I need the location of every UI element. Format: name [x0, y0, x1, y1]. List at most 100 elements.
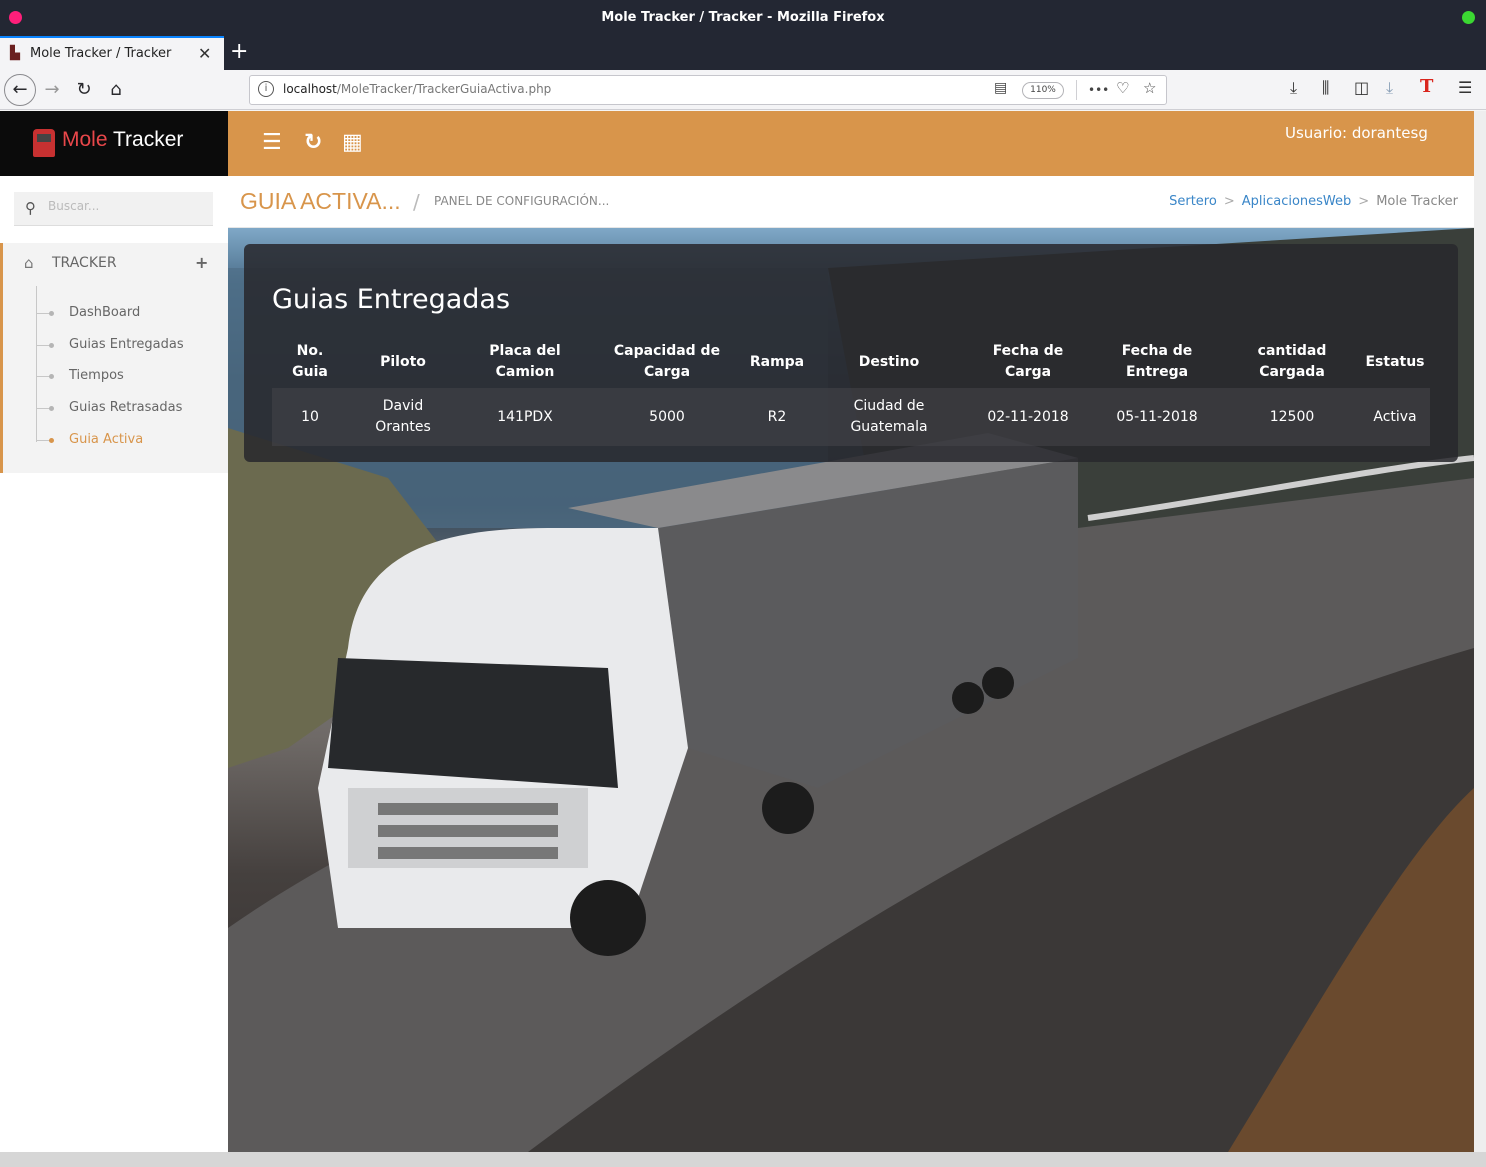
header-line: Fecha de: [992, 343, 1064, 359]
brand-name-tracker: Tracker: [107, 128, 184, 151]
guias-table: No. Guia Piloto Placa del Camion Capacidad…: [272, 336, 1430, 446]
table-cell: David Orantes: [348, 388, 458, 446]
sidebar-item-guias-retrasadas[interactable]: Guias Retrasadas: [35, 397, 225, 421]
table-row[interactable]: 10 David Orantes 141PDX 5000 R2 Ciudad de…: [272, 388, 1430, 446]
cell-text: 02-11-2018: [987, 408, 1069, 425]
sidebar-item-dashboard[interactable]: DashBoard: [35, 302, 225, 326]
column-header: cantidad Cargada: [1224, 336, 1360, 388]
forward-icon[interactable]: →: [38, 76, 66, 104]
header-line: Guia: [292, 364, 328, 380]
header-line: Destino: [858, 353, 920, 370]
header-line: Carga: [1004, 364, 1052, 380]
column-header: Fecha de Carga: [966, 336, 1090, 388]
site-info-icon[interactable]: i: [258, 81, 274, 97]
downloads-icon[interactable]: ⤓: [1290, 78, 1297, 98]
bullet-icon: [49, 438, 54, 443]
maximize-window-button[interactable]: [1462, 11, 1475, 24]
cell-text: 10: [301, 408, 319, 425]
window-title: Mole Tracker / Tracker - Mozilla Firefox: [601, 10, 885, 25]
url-separator: [1076, 80, 1077, 100]
refresh-icon[interactable]: ↻: [304, 130, 322, 155]
breadcrumb-link-sertero[interactable]: Sertero: [1169, 194, 1217, 209]
page-actions-icon[interactable]: •••: [1088, 83, 1109, 97]
navigation-toolbar: ← → ↻ ⌂ i localhost/MoleTracker/TrackerG…: [0, 70, 1486, 110]
reader-view-icon[interactable]: ▤: [994, 80, 1007, 96]
tab-bar: ▙ Mole Tracker / Tracker ✕ +: [0, 36, 1486, 70]
table-cell: 02-11-2018: [966, 388, 1090, 446]
brand-logo[interactable]: Mole Tracker: [0, 111, 228, 176]
header-line: Entrega: [1125, 364, 1189, 380]
sidebar: ⚲ ⌂ TRACKER + DashBoard Guias Entregadas…: [0, 176, 228, 1152]
bookmark-star-icon[interactable]: ☆: [1143, 79, 1156, 97]
open-menu-icon[interactable]: ☰: [1458, 78, 1472, 97]
home-icon[interactable]: ⌂: [102, 76, 130, 104]
back-icon[interactable]: ←: [4, 74, 36, 106]
bullet-icon: [49, 343, 54, 348]
user-label[interactable]: Usuario: dorantesg: [1285, 124, 1428, 142]
breadcrumb-separator: >: [1358, 194, 1370, 209]
sidebar-item-tiempos[interactable]: Tiempos: [35, 365, 225, 389]
brand-name: Mole Tracker: [62, 128, 183, 152]
cell-text: 12500: [1269, 408, 1315, 425]
cell-text: Ciudad de: [853, 398, 925, 414]
tab-mole-tracker[interactable]: ▙ Mole Tracker / Tracker ✕: [0, 36, 224, 70]
url-bar[interactable]: i localhost/MoleTracker/TrackerGuiaActiv…: [249, 75, 1167, 105]
extension-t-icon[interactable]: T: [1420, 76, 1433, 97]
column-header: Capacidad de Carga: [592, 336, 742, 388]
breadcrumb-link-aplicacionesweb[interactable]: AplicacionesWeb: [1242, 194, 1352, 209]
table-cell: Activa: [1360, 388, 1430, 446]
grid-icon[interactable]: ▦: [342, 130, 363, 155]
page-subtitle: PANEL DE CONFIGURACIÓN...: [434, 194, 610, 208]
window-titlebar: Mole Tracker / Tracker - Mozilla Firefox: [0, 0, 1486, 36]
expand-plus-icon[interactable]: +: [195, 253, 208, 272]
column-header: Fecha de Entrega: [1090, 336, 1224, 388]
url-path: /MoleTracker/TrackerGuiaActiva.php: [336, 82, 552, 96]
reload-icon[interactable]: ↻: [70, 76, 98, 104]
pocket-icon[interactable]: ♡: [1116, 79, 1129, 97]
search-box: ⚲: [14, 192, 213, 226]
app-header: ☰ ↻ ▦ Usuario: dorantesg: [228, 111, 1474, 176]
cell-text: Activa: [1373, 408, 1417, 425]
download-status-icon[interactable]: ⤓: [1386, 78, 1393, 98]
new-tab-button[interactable]: +: [230, 39, 248, 64]
cell-text: R2: [767, 408, 787, 425]
guias-panel: Guias Entregadas No. Guia Piloto Placa de…: [244, 244, 1458, 462]
table-cell: 10: [272, 388, 348, 446]
sidebar-item-guias-entregadas[interactable]: Guias Entregadas: [35, 334, 225, 358]
sidebar-item-label: Guias Retrasadas: [69, 400, 183, 415]
cell-text: 05-11-2018: [1116, 408, 1198, 425]
tree-tick: [36, 376, 50, 377]
close-tab-icon[interactable]: ✕: [198, 44, 211, 63]
breadcrumb-current: Mole Tracker: [1376, 194, 1458, 209]
table-cell: Ciudad de Guatemala: [812, 388, 966, 446]
zoom-level-badge[interactable]: 110%: [1022, 82, 1064, 99]
sidebar-item-guia-activa[interactable]: Guia Activa: [35, 429, 225, 453]
header-line: cantidad: [1257, 343, 1327, 359]
cell-text: Guatemala: [850, 419, 928, 435]
library-icon[interactable]: ⫼: [1322, 78, 1329, 98]
section-label: TRACKER: [52, 255, 117, 271]
breadcrumb-bar: GUIA ACTIVA... / PANEL DE CONFIGURACIÓN.…: [228, 176, 1474, 228]
home-icon: ⌂: [24, 254, 34, 272]
table-cell: 05-11-2018: [1090, 388, 1224, 446]
bullet-icon: [49, 406, 54, 411]
bullet-icon: [49, 374, 54, 379]
bullet-icon: [49, 311, 54, 316]
column-header: Rampa: [742, 336, 812, 388]
header-line: Capacidad de: [613, 343, 721, 359]
sidebar-item-label: Tiempos: [69, 368, 124, 383]
sidebar-item-label: DashBoard: [69, 305, 141, 320]
breadcrumb: Sertero > AplicacionesWeb > Mole Tracker: [1169, 194, 1458, 209]
sidebar-menu: ⌂ TRACKER + DashBoard Guias Entregadas T…: [0, 243, 228, 473]
table-cell: 5000: [592, 388, 742, 446]
page-scrollbar-track[interactable]: [1474, 111, 1486, 1152]
favicon-icon: ▙: [10, 46, 20, 61]
search-input[interactable]: [48, 199, 198, 213]
menu-toggle-icon[interactable]: ☰: [262, 130, 282, 155]
url-text[interactable]: localhost/MoleTracker/TrackerGuiaActiva.…: [283, 82, 551, 96]
sidebar-icon[interactable]: ◫: [1354, 78, 1369, 97]
table-header-row: No. Guia Piloto Placa del Camion Capacidad…: [272, 336, 1430, 388]
cell-text: 141PDX: [497, 408, 553, 425]
sidebar-section-tracker[interactable]: ⌂ TRACKER +: [3, 243, 228, 285]
header-line: Carga: [643, 364, 691, 380]
